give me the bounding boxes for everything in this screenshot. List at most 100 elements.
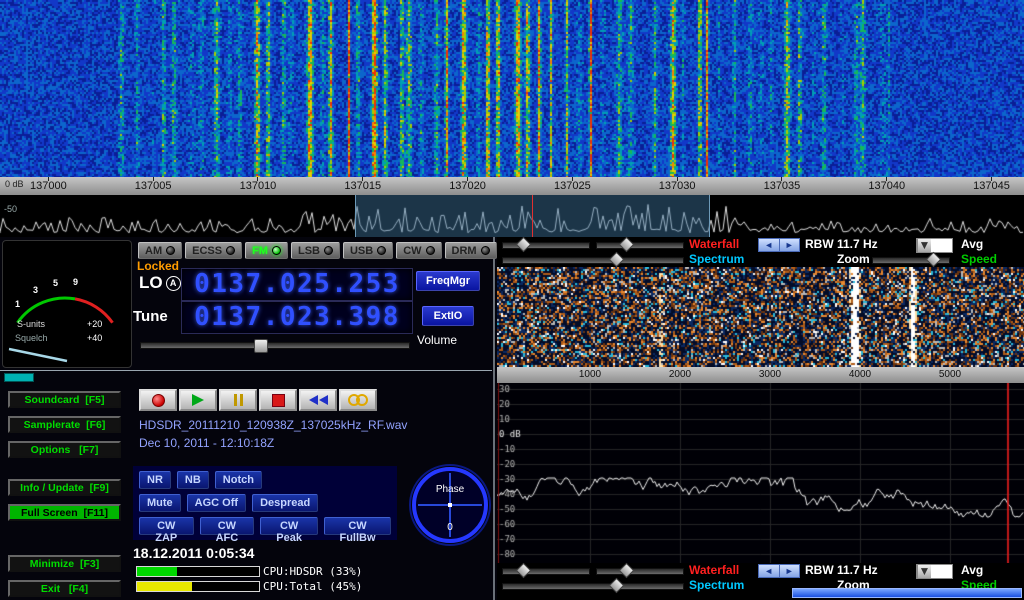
brightness-slider[interactable] — [502, 568, 590, 575]
freqmgr-button[interactable]: FreqMgr — [416, 271, 480, 291]
cpu-total-bar — [136, 581, 260, 592]
dsp-button[interactable]: CW FullBw — [324, 517, 391, 535]
spectrum-label[interactable]: Spectrum — [689, 579, 744, 592]
cpu-hdsdr-bar — [136, 566, 260, 577]
frequency-scale[interactable]: 137000 137005 137010 137015 137020 13702… — [0, 177, 1024, 195]
dsp-button[interactable]: Notch — [215, 471, 262, 489]
audio-waterfall-display[interactable] — [497, 267, 1024, 367]
left-arrow-icon[interactable]: ◄ — [759, 239, 779, 251]
svg-text:5: 5 — [53, 278, 58, 288]
speed-label: Speed — [961, 253, 997, 266]
freq-tick-label: 137005 — [135, 177, 172, 195]
options-button[interactable]: Options [F7] — [8, 441, 121, 458]
slider-thumb[interactable] — [516, 563, 532, 579]
audio-frequency-axis[interactable]: 10002000300040005000 — [497, 367, 1024, 383]
mode-lsb-button[interactable]: LSB — [291, 242, 340, 259]
spectrum-gain-slider[interactable] — [502, 257, 684, 264]
info-update-button[interactable]: Info / Update [F9] — [8, 479, 121, 496]
rewind-button[interactable] — [299, 389, 337, 411]
shift-arrows[interactable]: ◄► — [758, 564, 800, 578]
avg-dropdown[interactable]: 1▼ — [916, 238, 953, 253]
slider-thumb[interactable] — [619, 237, 635, 253]
freq-tick-label: 137010 — [240, 177, 277, 195]
slider-thumb[interactable] — [609, 578, 625, 594]
extio-button[interactable]: ExtIO — [422, 306, 474, 326]
right-arrow-icon[interactable]: ► — [779, 239, 800, 251]
dropdown-arrow-icon[interactable]: ▼ — [917, 239, 931, 252]
brightness-slider[interactable] — [502, 242, 590, 249]
contrast-slider[interactable] — [596, 242, 684, 249]
mode-drm-button[interactable]: DRM — [445, 242, 497, 259]
spectrum-label[interactable]: Spectrum — [689, 253, 744, 266]
record-button[interactable] — [139, 389, 177, 411]
freq-tick-label: 137025 — [554, 177, 591, 195]
dsp-button[interactable]: Mute — [139, 494, 181, 512]
cpu-hdsdr-text: CPU:HDSDR (33%) — [263, 565, 362, 578]
pause-button[interactable] — [219, 389, 257, 411]
volume-label: Volume — [417, 333, 457, 347]
spectrum-gain-slider[interactable] — [502, 583, 684, 590]
waterfall-label[interactable]: Waterfall — [689, 564, 739, 577]
led-icon — [426, 246, 435, 255]
audio-spectrum-display[interactable] — [497, 383, 1024, 563]
slider-thumb[interactable] — [516, 237, 532, 253]
mode-cw-button[interactable]: CW — [396, 242, 441, 259]
mode-fm-button[interactable]: FM — [245, 242, 288, 259]
contrast-slider[interactable] — [596, 568, 684, 575]
soundcard-button[interactable]: Soundcard [F5] — [8, 391, 121, 408]
dsp-button[interactable]: CW AFC — [200, 517, 255, 535]
avg-dropdown[interactable]: 1▼ — [916, 564, 953, 579]
dsp-button[interactable]: NR — [139, 471, 171, 489]
zoom-slider[interactable] — [872, 257, 950, 264]
dsp-panel: NR NB Notch Mute AGC Off Despread CW ZAP CW A… — [133, 466, 397, 540]
dsp-button[interactable]: Despread — [252, 494, 318, 512]
loop-button[interactable] — [339, 389, 377, 411]
svg-text:1: 1 — [15, 299, 20, 309]
avg-label: Avg — [961, 564, 983, 577]
stop-button[interactable] — [259, 389, 297, 411]
lo-frequency-display[interactable]: 0137.025.253 — [181, 268, 413, 301]
squelch-level-bar[interactable] — [4, 373, 34, 382]
fullscreen-button[interactable]: Full Screen [F11] — [8, 504, 121, 521]
waterfall-label[interactable]: Waterfall — [689, 238, 739, 251]
zoom-track[interactable] — [792, 588, 1022, 598]
svg-text:Squelch: Squelch — [15, 333, 48, 343]
main-spectrum-strip[interactable]: -50 — [0, 195, 1024, 237]
dsp-button[interactable]: NB — [177, 471, 209, 489]
mode-am-button[interactable]: AM — [138, 242, 182, 259]
dsp-button[interactable]: CW Peak — [260, 517, 318, 535]
right-arrow-icon[interactable]: ► — [779, 565, 800, 577]
zoom-label: Zoom — [837, 253, 870, 266]
horizontal-divider — [0, 370, 492, 371]
led-icon — [226, 246, 235, 255]
avg-label: Avg — [961, 238, 983, 251]
clock-datetime: 18.12.2011 0:05:34 — [133, 545, 254, 561]
exit-button[interactable]: Exit [F4] — [8, 580, 121, 597]
waterfall-controls-top: Waterfall ◄► RBW 11.7 Hz 1▼ Avg Spectrum… — [497, 237, 1024, 267]
minimize-button[interactable]: Minimize [F3] — [8, 555, 121, 572]
cpu-total-text: CPU:Total (45%) — [263, 580, 362, 593]
hdsdr-window: 137000 137005 137010 137015 137020 13702… — [0, 0, 1024, 600]
slider-thumb[interactable] — [925, 252, 941, 268]
freq-tick-label: 137020 — [449, 177, 486, 195]
locked-indicator: Locked — [137, 259, 179, 273]
dsp-button[interactable]: AGC Off — [187, 494, 246, 512]
playback-controls — [139, 389, 377, 411]
freq-tick-label: 137030 — [659, 177, 696, 195]
samplerate-button[interactable]: Samplerate [F6] — [8, 416, 121, 433]
mode-usb-button[interactable]: USB — [343, 242, 393, 259]
dropdown-arrow-icon[interactable]: ▼ — [917, 565, 931, 578]
tune-frequency-display[interactable]: 0137.023.398 — [181, 301, 413, 334]
slider-thumb[interactable] — [619, 563, 635, 579]
left-arrow-icon[interactable]: ◄ — [759, 565, 779, 577]
play-button[interactable] — [179, 389, 217, 411]
shift-arrows[interactable]: ◄► — [758, 238, 800, 252]
vfo-a-badge[interactable]: A — [166, 276, 181, 291]
loop-icon — [348, 394, 368, 406]
main-waterfall-display[interactable] — [0, 0, 1024, 177]
dsp-button[interactable]: CW ZAP — [139, 517, 194, 535]
volume-slider[interactable] — [140, 342, 410, 349]
mode-ecss-button[interactable]: ECSS — [185, 242, 242, 259]
slider-thumb[interactable] — [609, 252, 625, 268]
volume-slider-thumb[interactable] — [254, 339, 268, 353]
